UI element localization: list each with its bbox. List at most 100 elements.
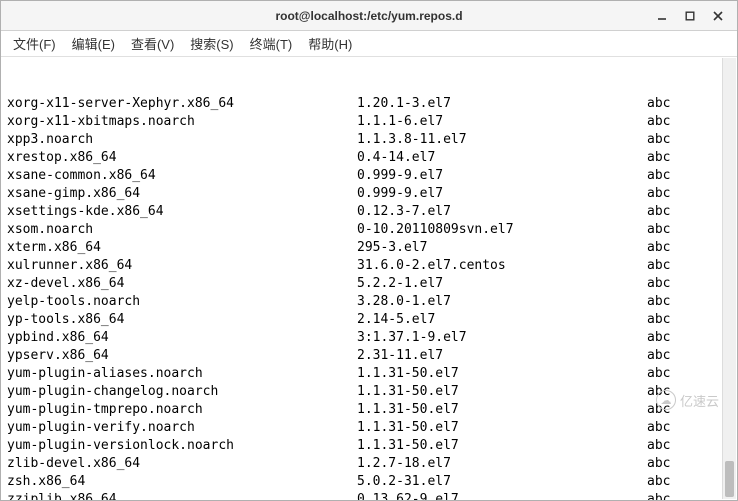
package-row: xsane-common.x86_640.999-9.el7abc [7,167,731,185]
menu-view[interactable]: 查看(V) [125,32,180,55]
package-row: xsane-gimp.x86_640.999-9.el7abc [7,185,731,203]
package-row: yum-plugin-aliases.noarch1.1.31-50.el7ab… [7,365,731,383]
vertical-scrollbar[interactable] [722,58,736,499]
window-titlebar: root@localhost:/etc/yum.repos.d [1,1,737,31]
package-version: 0.999-9.el7 [357,167,647,185]
package-repo: abc [647,383,707,401]
package-repo: abc [647,311,707,329]
package-version: 1.1.31-50.el7 [357,383,647,401]
package-version: 1.1.31-50.el7 [357,401,647,419]
package-row: yum-plugin-verify.noarch1.1.31-50.el7abc [7,419,731,437]
package-row: zziplib.x86_640.13.62-9.el7abc [7,491,731,500]
package-version: 1.1.31-50.el7 [357,419,647,437]
package-repo: abc [647,491,707,500]
package-repo: abc [647,239,707,257]
menu-edit[interactable]: 编辑(E) [66,32,121,55]
menu-help[interactable]: 帮助(H) [302,32,358,55]
package-version: 3.28.0-1.el7 [357,293,647,311]
package-repo: abc [647,221,707,239]
package-name: zsh.x86_64 [7,473,357,491]
package-name: xpp3.noarch [7,131,357,149]
menu-search[interactable]: 搜索(S) [184,32,239,55]
package-row: xterm.x86_64295-3.el7abc [7,239,731,257]
package-row: xz-devel.x86_645.2.2-1.el7abc [7,275,731,293]
package-version: 0-10.20110809svn.el7 [357,221,647,239]
window-controls [655,9,733,23]
package-row: yum-plugin-changelog.noarch1.1.31-50.el7… [7,383,731,401]
package-repo: abc [647,437,707,455]
package-name: xsettings-kde.x86_64 [7,203,357,221]
package-version: 5.0.2-31.el7 [357,473,647,491]
package-version: 0.12.3-7.el7 [357,203,647,221]
package-row: xorg-x11-xbitmaps.noarch1.1.1-6.el7abc [7,113,731,131]
package-row: yp-tools.x86_642.14-5.el7abc [7,311,731,329]
package-version: 2.14-5.el7 [357,311,647,329]
package-version: 295-3.el7 [357,239,647,257]
package-name: xorg-x11-xbitmaps.noarch [7,113,357,131]
window-title: root@localhost:/etc/yum.repos.d [1,9,737,23]
package-repo: abc [647,455,707,473]
package-name: yum-plugin-versionlock.noarch [7,437,357,455]
package-repo: abc [647,275,707,293]
package-row: yelp-tools.noarch3.28.0-1.el7abc [7,293,731,311]
package-row: xsettings-kde.x86_640.12.3-7.el7abc [7,203,731,221]
package-version: 1.1.31-50.el7 [357,437,647,455]
minimize-button[interactable] [655,9,669,23]
package-row: xsom.noarch0-10.20110809svn.el7abc [7,221,731,239]
package-row: ypbind.x86_643:1.37.1-9.el7abc [7,329,731,347]
menu-file[interactable]: 文件(F) [7,32,62,55]
package-version: 0.4-14.el7 [357,149,647,167]
package-repo: abc [647,113,707,131]
package-name: yum-plugin-tmprepo.noarch [7,401,357,419]
package-repo: abc [647,401,707,419]
package-row: zsh.x86_645.0.2-31.el7abc [7,473,731,491]
package-repo: abc [647,293,707,311]
package-name: xterm.x86_64 [7,239,357,257]
package-repo: abc [647,149,707,167]
package-name: xsom.noarch [7,221,357,239]
package-row: xorg-x11-server-Xephyr.x86_641.20.1-3.el… [7,95,731,113]
package-row: xrestop.x86_640.4-14.el7abc [7,149,731,167]
package-name: zziplib.x86_64 [7,491,357,500]
package-row: yum-plugin-versionlock.noarch1.1.31-50.e… [7,437,731,455]
package-row: ypserv.x86_642.31-11.el7abc [7,347,731,365]
package-name: yum-plugin-aliases.noarch [7,365,357,383]
close-button[interactable] [711,9,725,23]
package-row: xulrunner.x86_6431.6.0-2.el7.centosabc [7,257,731,275]
package-version: 1.2.7-18.el7 [357,455,647,473]
package-repo: abc [647,419,707,437]
package-row: xpp3.noarch1.1.3.8-11.el7abc [7,131,731,149]
package-name: yelp-tools.noarch [7,293,357,311]
package-repo: abc [647,329,707,347]
package-repo: abc [647,167,707,185]
package-version: 1.1.3.8-11.el7 [357,131,647,149]
package-name: xsane-common.x86_64 [7,167,357,185]
package-name: yum-plugin-changelog.noarch [7,383,357,401]
package-repo: abc [647,185,707,203]
package-name: yp-tools.x86_64 [7,311,357,329]
package-name: yum-plugin-verify.noarch [7,419,357,437]
package-repo: abc [647,203,707,221]
package-repo: abc [647,95,707,113]
package-repo: abc [647,365,707,383]
menubar: 文件(F) 编辑(E) 查看(V) 搜索(S) 终端(T) 帮助(H) [1,31,737,57]
package-version: 1.20.1-3.el7 [357,95,647,113]
package-name: xrestop.x86_64 [7,149,357,167]
package-repo: abc [647,347,707,365]
package-version: 3:1.37.1-9.el7 [357,329,647,347]
terminal-output[interactable]: xorg-x11-server-Xephyr.x86_641.20.1-3.el… [1,57,737,500]
menu-terminal[interactable]: 终端(T) [244,32,299,55]
scrollbar-thumb[interactable] [725,461,734,497]
package-row: zlib-devel.x86_641.2.7-18.el7abc [7,455,731,473]
package-name: ypserv.x86_64 [7,347,357,365]
maximize-button[interactable] [683,9,697,23]
package-version: 0.999-9.el7 [357,185,647,203]
package-repo: abc [647,131,707,149]
package-name: xorg-x11-server-Xephyr.x86_64 [7,95,357,113]
package-row: yum-plugin-tmprepo.noarch1.1.31-50.el7ab… [7,401,731,419]
package-repo: abc [647,257,707,275]
package-version: 2.31-11.el7 [357,347,647,365]
package-name: xsane-gimp.x86_64 [7,185,357,203]
package-name: zlib-devel.x86_64 [7,455,357,473]
package-name: xulrunner.x86_64 [7,257,357,275]
